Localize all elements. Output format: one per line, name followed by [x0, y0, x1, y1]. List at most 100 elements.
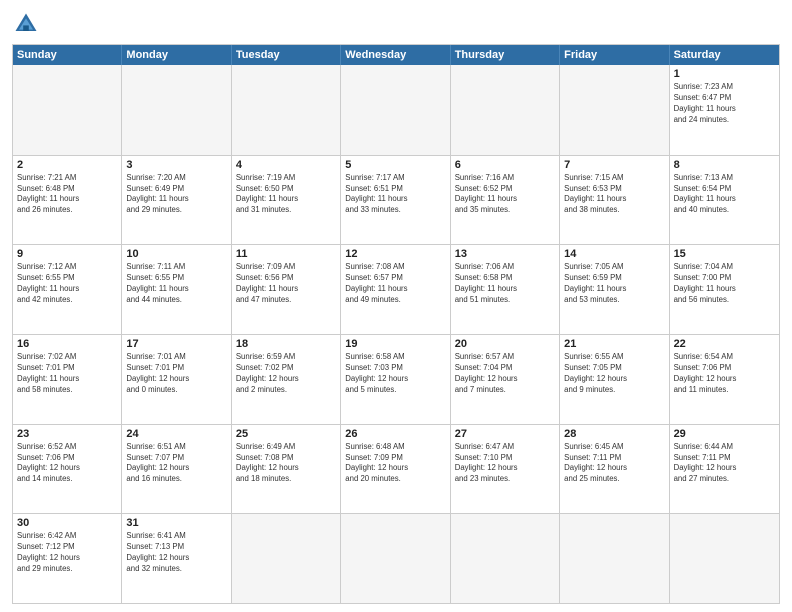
calendar-cell: 1Sunrise: 7:23 AM Sunset: 6:47 PM Daylig… — [670, 65, 779, 155]
calendar-row-1: 2 Sunrise: 7:21 AM Sunset: 6:48 PM Daylig… — [13, 155, 779, 245]
day-info: Sunrise: 6:59 AM Sunset: 7:02 PM Dayligh… — [236, 352, 336, 396]
calendar-cell: 17Sunrise: 7:01 AM Sunset: 7:01 PM Dayli… — [122, 335, 231, 424]
header — [12, 10, 780, 38]
calendar-cell — [232, 514, 341, 603]
day-info: Sunrise: 6:47 AM Sunset: 7:10 PM Dayligh… — [455, 442, 555, 486]
calendar-cell: 6 Sunrise: 7:16 AM Sunset: 6:52 PM Daylig… — [451, 156, 560, 245]
day-number: 23 — [17, 428, 117, 440]
day-info: Sunrise: 7:16 AM Sunset: 6:52 PM Dayligh… — [455, 173, 555, 217]
day-info: Sunrise: 6:58 AM Sunset: 7:03 PM Dayligh… — [345, 352, 445, 396]
calendar-body: 1Sunrise: 7:23 AM Sunset: 6:47 PM Daylig… — [13, 65, 779, 603]
day-info: Sunrise: 6:57 AM Sunset: 7:04 PM Dayligh… — [455, 352, 555, 396]
calendar-cell — [560, 65, 669, 155]
calendar-cell: 15 Sunrise: 7:04 AM Sunset: 7:00 PM Dayli… — [670, 245, 779, 334]
day-number: 14 — [564, 248, 664, 260]
day-info: Sunrise: 7:15 AM Sunset: 6:53 PM Dayligh… — [564, 173, 664, 217]
calendar-cell: 25 Sunrise: 6:49 AM Sunset: 7:08 PM Dayli… — [232, 425, 341, 514]
day-number: 15 — [674, 248, 775, 260]
weekday-header-saturday: Saturday — [670, 45, 779, 65]
day-info: Sunrise: 7:01 AM Sunset: 7:01 PM Dayligh… — [126, 352, 226, 396]
day-info: Sunrise: 6:54 AM Sunset: 7:06 PM Dayligh… — [674, 352, 775, 396]
calendar: SundayMondayTuesdayWednesdayThursdayFrid… — [12, 44, 780, 604]
calendar-cell: 7Sunrise: 7:15 AM Sunset: 6:53 PM Daylig… — [560, 156, 669, 245]
calendar-cell — [451, 65, 560, 155]
day-number: 18 — [236, 338, 336, 350]
day-number: 28 — [564, 428, 664, 440]
calendar-cell: 31 Sunrise: 6:41 AM Sunset: 7:13 PM Dayli… — [122, 514, 231, 603]
day-info: Sunrise: 7:11 AM Sunset: 6:55 PM Dayligh… — [126, 262, 226, 306]
calendar-cell: 10 Sunrise: 7:11 AM Sunset: 6:55 PM Dayli… — [122, 245, 231, 334]
day-number: 27 — [455, 428, 555, 440]
day-info: Sunrise: 6:55 AM Sunset: 7:05 PM Dayligh… — [564, 352, 664, 396]
calendar-cell: 11 Sunrise: 7:09 AM Sunset: 6:56 PM Dayli… — [232, 245, 341, 334]
weekday-header-monday: Monday — [122, 45, 231, 65]
calendar-cell: 28 Sunrise: 6:45 AM Sunset: 7:11 PM Dayli… — [560, 425, 669, 514]
calendar-cell: 30Sunrise: 6:42 AM Sunset: 7:12 PM Dayli… — [13, 514, 122, 603]
day-number: 30 — [17, 517, 117, 529]
calendar-cell: 22Sunrise: 6:54 AM Sunset: 7:06 PM Dayli… — [670, 335, 779, 424]
day-number: 11 — [236, 248, 336, 260]
day-info: Sunrise: 6:41 AM Sunset: 7:13 PM Dayligh… — [126, 531, 226, 575]
day-number: 10 — [126, 248, 226, 260]
day-number: 5 — [345, 159, 445, 171]
calendar-cell: 9 Sunrise: 7:12 AM Sunset: 6:55 PM Daylig… — [13, 245, 122, 334]
calendar-header: SundayMondayTuesdayWednesdayThursdayFrid… — [13, 45, 779, 65]
day-number: 9 — [17, 248, 117, 260]
day-number: 2 — [17, 159, 117, 171]
weekday-header-tuesday: Tuesday — [232, 45, 341, 65]
day-number: 31 — [126, 517, 226, 529]
day-info: Sunrise: 7:12 AM Sunset: 6:55 PM Dayligh… — [17, 262, 117, 306]
generalblue-logo-icon — [12, 10, 40, 38]
calendar-row-0: 1Sunrise: 7:23 AM Sunset: 6:47 PM Daylig… — [13, 65, 779, 155]
day-number: 16 — [17, 338, 117, 350]
day-info: Sunrise: 7:05 AM Sunset: 6:59 PM Dayligh… — [564, 262, 664, 306]
day-number: 21 — [564, 338, 664, 350]
day-info: Sunrise: 6:45 AM Sunset: 7:11 PM Dayligh… — [564, 442, 664, 486]
day-info: Sunrise: 6:51 AM Sunset: 7:07 PM Dayligh… — [126, 442, 226, 486]
day-info: Sunrise: 7:06 AM Sunset: 6:58 PM Dayligh… — [455, 262, 555, 306]
day-number: 25 — [236, 428, 336, 440]
calendar-cell: 23Sunrise: 6:52 AM Sunset: 7:06 PM Dayli… — [13, 425, 122, 514]
weekday-header-friday: Friday — [560, 45, 669, 65]
day-number: 20 — [455, 338, 555, 350]
day-number: 19 — [345, 338, 445, 350]
calendar-cell — [13, 65, 122, 155]
day-info: Sunrise: 6:49 AM Sunset: 7:08 PM Dayligh… — [236, 442, 336, 486]
page: SundayMondayTuesdayWednesdayThursdayFrid… — [0, 0, 792, 612]
calendar-cell: 26 Sunrise: 6:48 AM Sunset: 7:09 PM Dayli… — [341, 425, 450, 514]
calendar-cell: 18 Sunrise: 6:59 AM Sunset: 7:02 PM Dayli… — [232, 335, 341, 424]
calendar-cell: 14 Sunrise: 7:05 AM Sunset: 6:59 PM Dayli… — [560, 245, 669, 334]
day-number: 8 — [674, 159, 775, 171]
calendar-row-2: 9 Sunrise: 7:12 AM Sunset: 6:55 PM Daylig… — [13, 244, 779, 334]
calendar-row-4: 23Sunrise: 6:52 AM Sunset: 7:06 PM Dayli… — [13, 424, 779, 514]
calendar-cell: 21 Sunrise: 6:55 AM Sunset: 7:05 PM Dayli… — [560, 335, 669, 424]
weekday-header-sunday: Sunday — [13, 45, 122, 65]
weekday-header-thursday: Thursday — [451, 45, 560, 65]
calendar-cell — [232, 65, 341, 155]
day-info: Sunrise: 7:19 AM Sunset: 6:50 PM Dayligh… — [236, 173, 336, 217]
day-number: 3 — [126, 159, 226, 171]
calendar-cell: 24Sunrise: 6:51 AM Sunset: 7:07 PM Dayli… — [122, 425, 231, 514]
day-info: Sunrise: 6:44 AM Sunset: 7:11 PM Dayligh… — [674, 442, 775, 486]
calendar-cell: 16Sunrise: 7:02 AM Sunset: 7:01 PM Dayli… — [13, 335, 122, 424]
day-number: 29 — [674, 428, 775, 440]
day-info: Sunrise: 7:04 AM Sunset: 7:00 PM Dayligh… — [674, 262, 775, 306]
calendar-cell: 8Sunrise: 7:13 AM Sunset: 6:54 PM Daylig… — [670, 156, 779, 245]
calendar-cell: 19 Sunrise: 6:58 AM Sunset: 7:03 PM Dayli… — [341, 335, 450, 424]
calendar-cell — [122, 65, 231, 155]
calendar-cell: 12Sunrise: 7:08 AM Sunset: 6:57 PM Dayli… — [341, 245, 450, 334]
day-info: Sunrise: 6:48 AM Sunset: 7:09 PM Dayligh… — [345, 442, 445, 486]
day-info: Sunrise: 7:21 AM Sunset: 6:48 PM Dayligh… — [17, 173, 117, 217]
calendar-cell — [451, 514, 560, 603]
day-number: 6 — [455, 159, 555, 171]
calendar-cell: 29 Sunrise: 6:44 AM Sunset: 7:11 PM Dayli… — [670, 425, 779, 514]
day-number: 26 — [345, 428, 445, 440]
calendar-cell — [560, 514, 669, 603]
weekday-header-wednesday: Wednesday — [341, 45, 450, 65]
calendar-cell: 4Sunrise: 7:19 AM Sunset: 6:50 PM Daylig… — [232, 156, 341, 245]
day-number: 1 — [674, 68, 775, 80]
calendar-cell — [670, 514, 779, 603]
logo — [12, 10, 44, 38]
day-info: Sunrise: 7:09 AM Sunset: 6:56 PM Dayligh… — [236, 262, 336, 306]
calendar-cell — [341, 514, 450, 603]
